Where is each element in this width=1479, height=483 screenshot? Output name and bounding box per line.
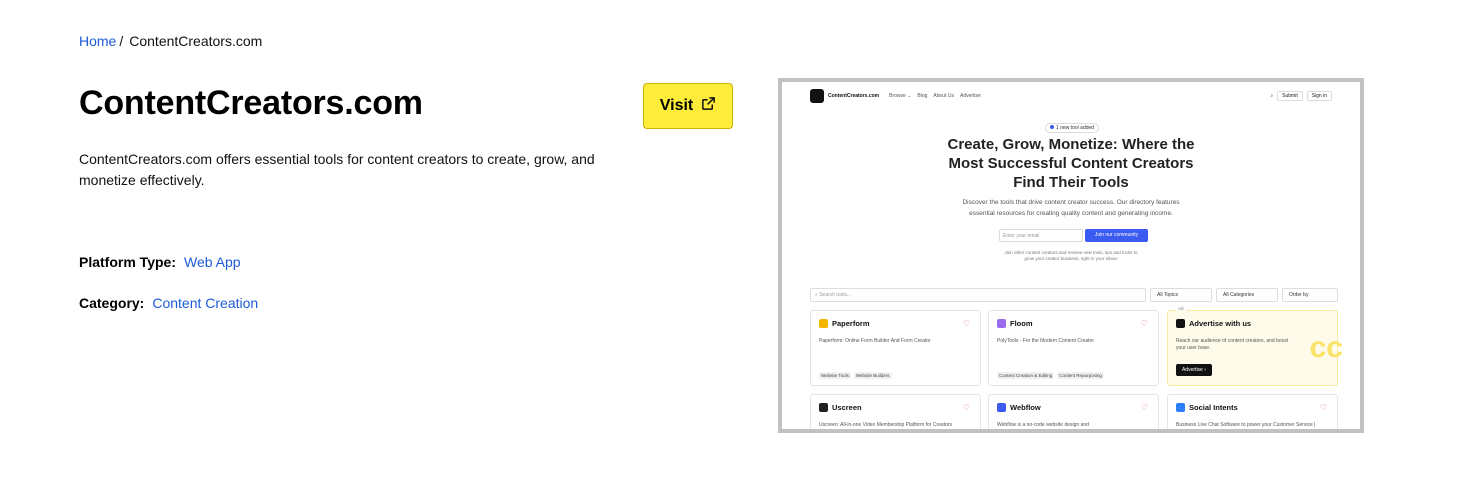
screenshot-topics-select: All Topics	[1150, 288, 1212, 302]
screenshot-search-input: ⌕ Search tools...	[810, 288, 1146, 302]
screenshot-nav-link: Browse ⌄	[889, 93, 912, 99]
screenshot-brand: ContentCreators.com	[828, 93, 880, 99]
breadcrumb-current: ContentCreators.com	[129, 33, 263, 49]
category-label: Category:	[79, 295, 145, 311]
screenshot-join-note: Join other content creators and receive …	[1004, 250, 1138, 261]
platform-type-label: Platform Type:	[79, 254, 176, 270]
heart-icon: ♡	[1319, 403, 1327, 412]
heart-icon: ♡	[962, 319, 970, 328]
external-link-icon	[701, 96, 716, 116]
screenshot-tool-card: Paperform ♡ Paperform: Online Form Build…	[810, 310, 981, 386]
platform-type-link[interactable]: Web App	[184, 254, 241, 270]
megaphone-icon	[1176, 319, 1185, 328]
category-row: Category: Content Creation	[79, 295, 258, 311]
visit-button[interactable]: Visit	[643, 83, 733, 129]
screenshot-nav-link: Blog	[917, 93, 928, 99]
breadcrumb-separator: /	[119, 33, 124, 49]
page-description: ContentCreators.com offers essential too…	[79, 151, 595, 188]
paperform-icon	[819, 319, 828, 328]
screenshot-join-button: Join our community	[1085, 229, 1148, 242]
heart-icon: ♡	[1140, 403, 1148, 412]
screenshot-tool-card: Webflow ♡ Webflow is a no-code website d…	[988, 394, 1159, 429]
screenshot-search-icon: ⌕	[1270, 93, 1274, 99]
screenshot-order-select: Order by	[1282, 288, 1338, 302]
screenshot-nav-link: Advertise	[959, 93, 981, 99]
screenshot-signin-button: Sign in	[1306, 91, 1332, 101]
social-intents-icon	[1176, 403, 1185, 412]
screenshot-navbar: ContentCreators.com Browse ⌄ Blog About …	[810, 88, 1332, 104]
screenshot-hero-title: Create, Grow, Monetize: Where the Most Su…	[947, 136, 1195, 191]
screenshot-email-field: Enter your email	[999, 229, 1083, 242]
website-screenshot: ContentCreators.com Browse ⌄ Blog About …	[778, 78, 1364, 433]
platform-type-row: Platform Type: Web App	[79, 254, 241, 270]
screenshot-categories-select: All Categories	[1216, 288, 1278, 302]
screenshot-advertise-card: Ad Advertise with us cc Reach our audien…	[1167, 306, 1343, 386]
webflow-icon	[997, 403, 1006, 412]
site-logo-icon	[810, 89, 824, 103]
screenshot-submit-button: Submit	[1277, 91, 1303, 101]
heart-icon: ♡	[1140, 319, 1148, 328]
page-title: ContentCreators.com	[79, 84, 423, 122]
uscreen-icon	[819, 403, 828, 412]
visit-button-label: Visit	[659, 97, 694, 114]
screenshot-tool-card: Floom ♡ PolyTools - For the Modern Conte…	[988, 310, 1159, 386]
screenshot-tool-card: Social Intents ♡ Business Live Chat Soft…	[1167, 394, 1338, 429]
breadcrumb-home-link[interactable]: Home	[79, 33, 116, 49]
heart-icon: ♡	[962, 403, 970, 412]
category-link[interactable]: Content Creation	[152, 295, 258, 311]
screenshot-new-tool-pill: 1 new tool added	[1045, 123, 1100, 133]
floom-icon	[997, 319, 1006, 328]
breadcrumb: Home / ContentCreators.com	[79, 33, 262, 49]
screenshot-hero-subtitle: Discover the tools that drive content cr…	[962, 199, 1180, 217]
screenshot-tool-card: Uscreen ♡ Uscreen: All-in-one Video Memb…	[810, 394, 981, 429]
screenshot-nav-link: About Us	[933, 93, 954, 99]
